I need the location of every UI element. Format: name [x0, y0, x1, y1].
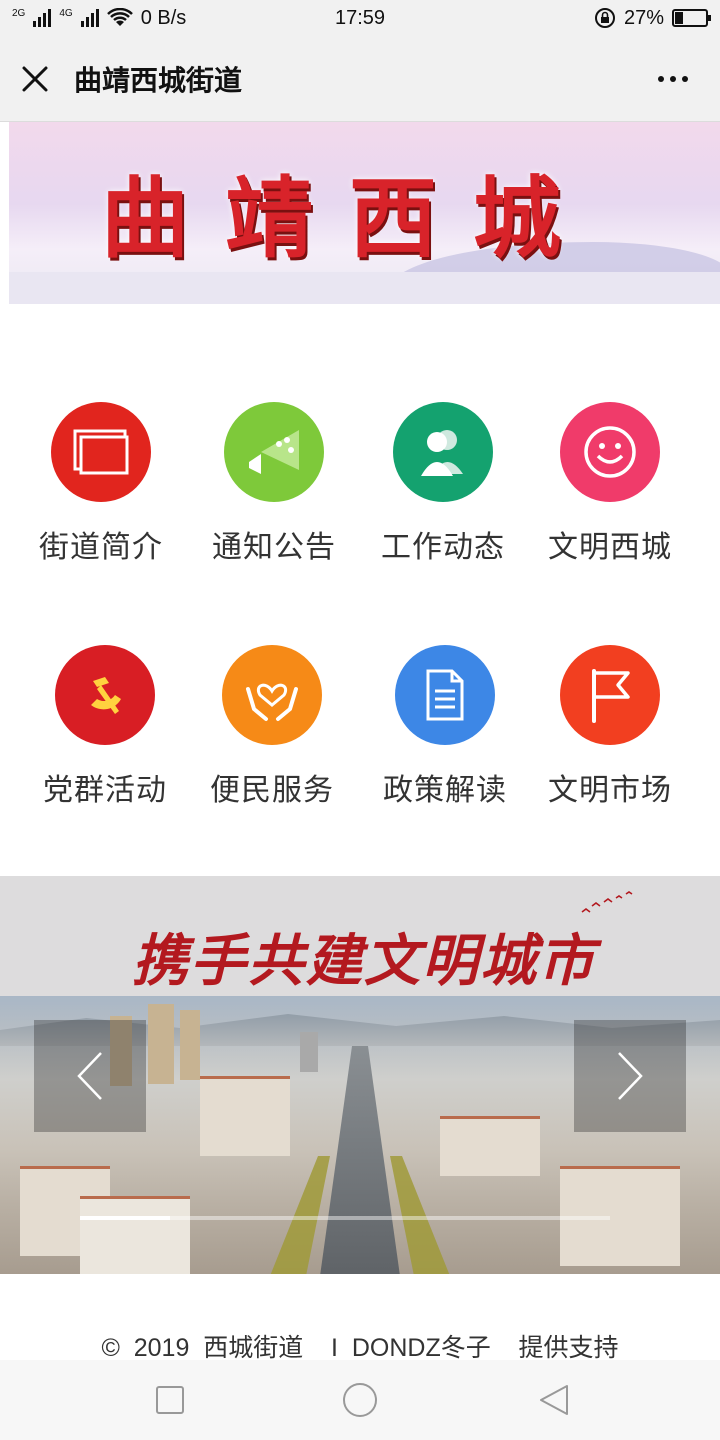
photo-building-4: [440, 1116, 540, 1176]
flag-icon: [560, 645, 660, 745]
status-bar: 2G 4G 0 B/s 17:59 27%: [0, 0, 720, 36]
menu-item-intro[interactable]: 街道简介: [11, 402, 191, 566]
photo-tower-4: [300, 1032, 318, 1072]
photo-trees: [270, 1156, 330, 1274]
network-speed: 0 B/s: [140, 6, 187, 29]
page-title: 曲靖西城街道: [74, 64, 243, 96]
menu-item-work-news[interactable]: 工作动态: [353, 402, 533, 566]
carousel-next-button[interactable]: [574, 1020, 686, 1132]
close-button[interactable]: [0, 36, 70, 122]
carousel-prev-button[interactable]: [34, 1020, 146, 1132]
battery-percent: 27%: [623, 6, 664, 29]
heart-hands-icon: [222, 645, 322, 745]
photo-road: [320, 1046, 400, 1274]
photo-tower-3: [180, 1010, 200, 1080]
title-bar: 曲靖西城街道: [0, 36, 720, 122]
megaphone-icon: [224, 402, 324, 502]
chevron-right-icon: [618, 1052, 643, 1100]
signal-icon: [33, 9, 52, 27]
more-button[interactable]: [648, 64, 698, 94]
rotation-lock-icon: [594, 8, 615, 28]
carousel-progress-track: [170, 1216, 610, 1220]
more-icon-dot-2: [682, 76, 688, 82]
battery-icon: [672, 9, 711, 27]
close-icon: [22, 66, 48, 91]
more-icon: [658, 76, 664, 82]
battery-fill: [675, 12, 683, 24]
people-icon: [393, 402, 493, 502]
carousel-progress: [80, 1216, 170, 1220]
recent-apps-icon: [156, 1386, 184, 1414]
menu-item-civilized-xicheng[interactable]: 文明西城: [520, 402, 700, 566]
header-banner: 曲靖西城: [9, 122, 720, 304]
back-button[interactable]: [534, 1380, 574, 1420]
menu-label: 党群活动: [43, 774, 167, 807]
chevron-left-icon: [77, 1052, 102, 1100]
menu-label: 街道简介: [39, 531, 163, 564]
wifi-icon: [106, 8, 133, 26]
more-icon-dot: [670, 76, 676, 82]
slides-icon: [51, 402, 151, 502]
menu-label: 工作动态: [381, 531, 505, 564]
menu-label: 文明市场: [548, 774, 672, 807]
recent-apps-button[interactable]: [150, 1380, 190, 1420]
back-icon: [540, 1385, 568, 1415]
menu-item-public-service[interactable]: 便民服务: [182, 645, 362, 809]
banner-title: 曲靖西城: [101, 166, 598, 270]
carousel-slogan: 携手共建文明城市: [132, 928, 596, 994]
menu-item-party-activities[interactable]: 党群活动: [15, 645, 195, 809]
smile-icon: [560, 402, 660, 502]
menu-label: 通知公告: [212, 531, 336, 564]
signal-icon-2: [80, 9, 99, 27]
menu-item-notice[interactable]: 通知公告: [184, 402, 364, 566]
menu-label: 便民服务: [210, 774, 334, 807]
document-icon: [395, 645, 495, 745]
home-button[interactable]: [340, 1380, 380, 1420]
party-emblem-icon: [55, 645, 155, 745]
photo-tower-2: [148, 1004, 174, 1084]
menu-label: 政策解读: [383, 774, 507, 807]
photo-building-3: [80, 1196, 190, 1274]
status-right: 27%: [594, 6, 711, 30]
menu-item-civilized-market[interactable]: 文明市场: [520, 645, 700, 809]
photo-building: [200, 1076, 290, 1156]
network-4g-label: 4G: [59, 8, 73, 19]
navigation-bar: [0, 1360, 720, 1440]
menu-label: 文明西城: [548, 531, 672, 564]
footer-copyright: © 2019 西城街道 I DONDZ冬子 提供支持: [101, 1334, 619, 1362]
home-icon: [343, 1383, 377, 1417]
network-2g-label: 2G: [12, 8, 26, 19]
status-left: 2G 4G 0 B/s: [12, 7, 594, 30]
menu-item-policy[interactable]: 政策解读: [355, 645, 535, 809]
banner-ground: [9, 272, 720, 304]
city-carousel[interactable]: 携手共建文明城市: [0, 876, 720, 1274]
